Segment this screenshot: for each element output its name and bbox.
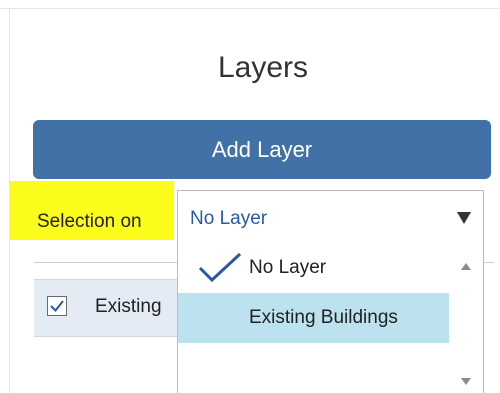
add-layer-button[interactable]: Add Layer	[33, 120, 491, 179]
selection-layer-select[interactable]: No Layer	[177, 190, 484, 244]
scroll-down-icon[interactable]	[461, 372, 471, 390]
panel-title: Layers	[217, 51, 309, 84]
dropdown-option-label: Existing Buildings	[249, 307, 398, 328]
selection-dropdown-list: No Layer Existing Buildings	[177, 243, 484, 393]
dropdown-option-existing-buildings[interactable]: Existing Buildings	[178, 293, 450, 343]
checkbox-checked-icon	[50, 300, 64, 313]
layers-panel: Layers Add Layer Selection on Existing N…	[0, 0, 500, 393]
layer-label: Existing	[95, 296, 162, 317]
checkmark-icon	[198, 252, 242, 287]
select-current-value: No Layer	[190, 208, 268, 229]
layer-list-item[interactable]: Existing	[34, 279, 179, 337]
dropdown-arrow-icon	[457, 211, 471, 229]
selection-on-label: Selection on	[37, 211, 142, 232]
layer-checkbox[interactable]	[47, 296, 67, 316]
dropdown-option-no-layer[interactable]: No Layer	[178, 243, 450, 293]
dropdown-option-label: No Layer	[249, 257, 327, 278]
panel-top-border	[0, 8, 500, 9]
scroll-up-icon[interactable]	[461, 257, 471, 275]
dropdown-scrollbar[interactable]	[449, 243, 483, 393]
